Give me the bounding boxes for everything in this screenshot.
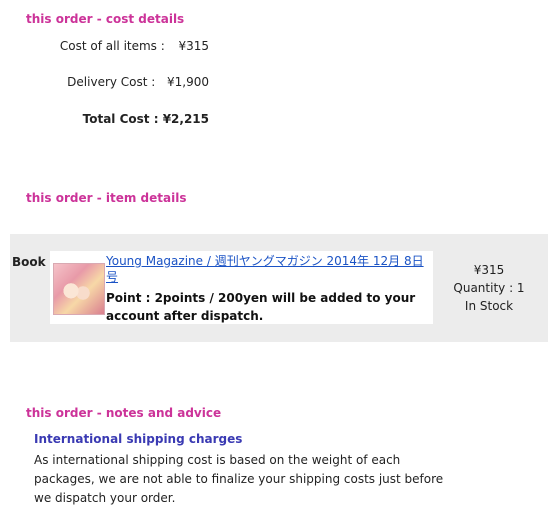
points-notice: Point : 2points / 200yen will be added t… (106, 291, 416, 323)
items-cost-value: ¥315 (178, 39, 209, 53)
item-quantity: Quantity : 1 (453, 281, 525, 295)
delivery-cost-row: Delivery Cost : ¥1,900 (0, 75, 209, 89)
items-cost-row: Cost of all items : ¥315 (0, 39, 209, 53)
cost-details-title: this order - cost details (26, 12, 185, 26)
notes-title: this order - notes and advice (26, 406, 222, 420)
total-cost-label: Total Cost : (82, 112, 159, 126)
delivery-cost-value: ¥1,900 (167, 75, 209, 89)
item-details-title: this order - item details (26, 191, 187, 205)
item-title-link[interactable]: Young Magazine / 週刊ヤングマガジン 2014年 12月 8日号 (106, 253, 433, 285)
item-type-label: Book (12, 255, 46, 269)
shipping-charges-heading: International shipping charges (34, 432, 243, 446)
items-cost-label: Cost of all items : (59, 39, 165, 53)
shipping-charges-text: As international shipping cost is based … (34, 453, 444, 505)
delivery-cost-label: Delivery Cost : (67, 75, 156, 89)
item-row: Book Young Magazine / 週刊ヤングマガジン 2014年 12… (10, 234, 548, 342)
total-cost-row: Total Cost : ¥2,215 (0, 112, 209, 126)
item-price: ¥315 (473, 263, 505, 277)
total-cost-value: ¥2,215 (162, 112, 209, 126)
stock-status: In Stock (464, 299, 514, 313)
item-info-panel: Young Magazine / 週刊ヤングマガジン 2014年 12月 8日号… (50, 251, 433, 324)
magazine-cover-image[interactable] (53, 263, 105, 315)
